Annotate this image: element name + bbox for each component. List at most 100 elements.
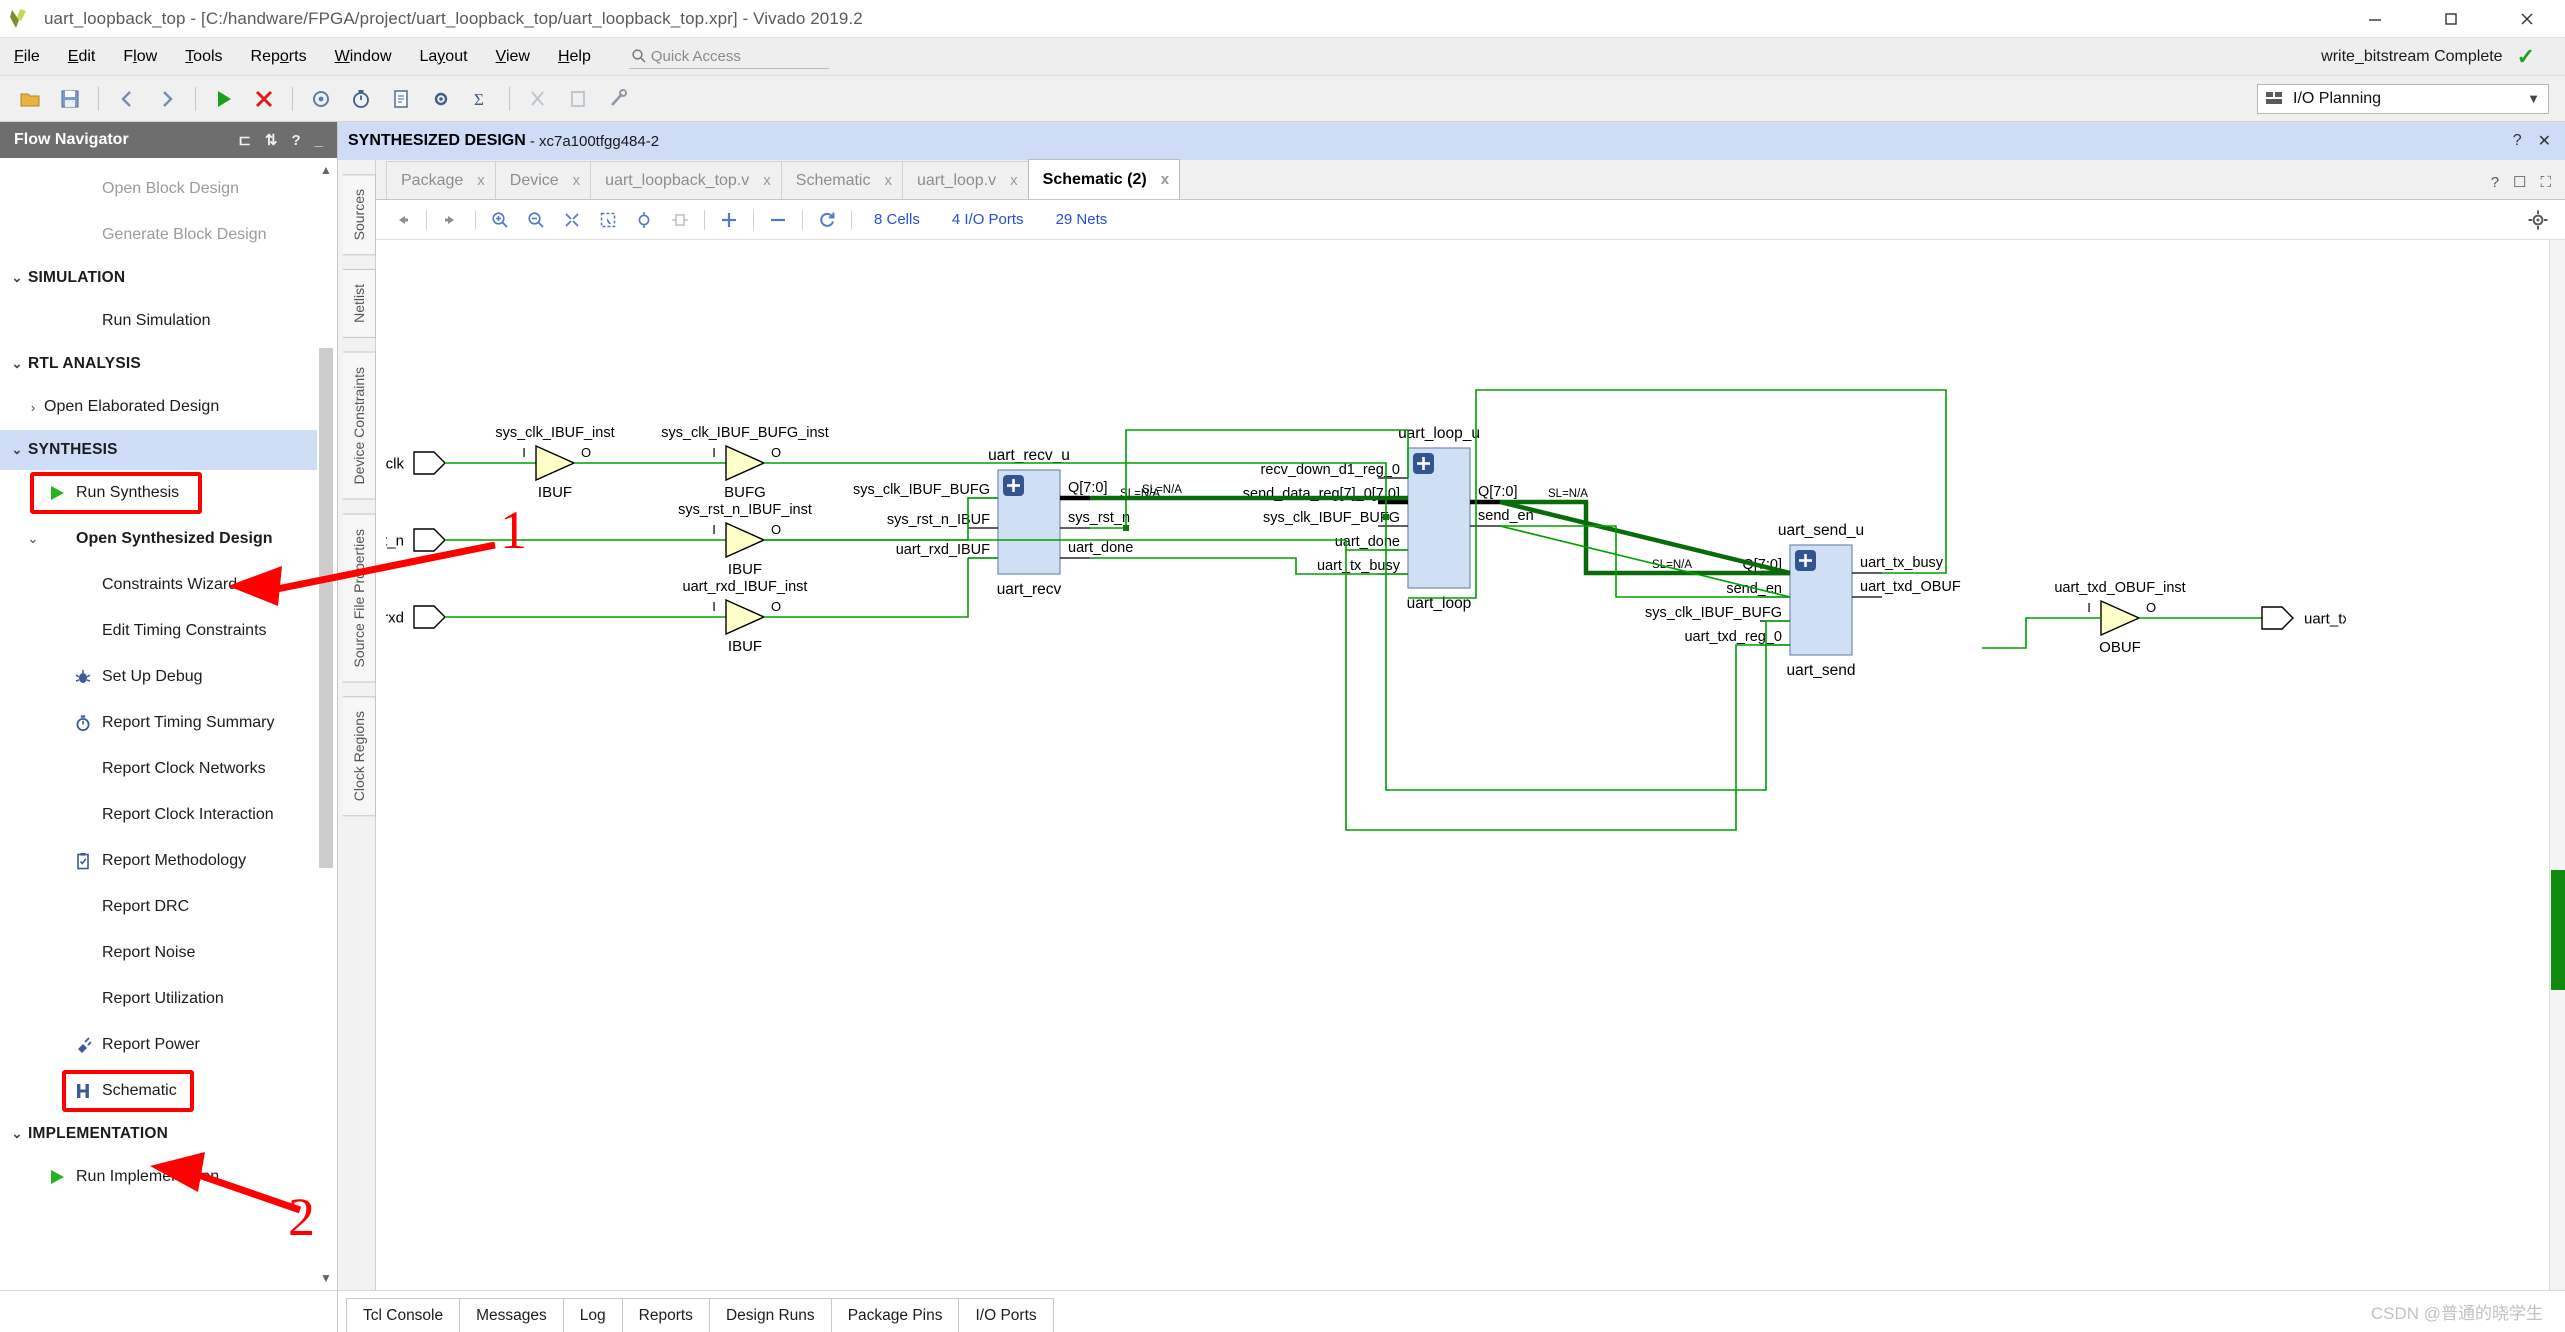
timer-icon[interactable] bbox=[344, 82, 378, 116]
menu-file[interactable]: File bbox=[0, 46, 54, 68]
zoom-fit-icon[interactable] bbox=[556, 204, 588, 236]
sidebar-item-open-block-design[interactable]: Open Block Design bbox=[0, 166, 317, 212]
tab-close-icon[interactable]: x bbox=[884, 172, 892, 189]
close-button[interactable] bbox=[2489, 0, 2565, 38]
chevron-down-icon[interactable]: ⌄ bbox=[6, 442, 28, 458]
sidebar-item-run-simulation[interactable]: Run Simulation bbox=[0, 298, 317, 344]
sidebar-item-synthesis[interactable]: ⌄SYNTHESIS bbox=[0, 430, 317, 470]
float-icon[interactable]: ☐ bbox=[2513, 173, 2526, 191]
forward-arrow-icon[interactable] bbox=[435, 204, 467, 236]
sidebar-item-report-methodology[interactable]: Report Methodology bbox=[0, 838, 317, 884]
sidebar-item-open-elaborated-design[interactable]: ›Open Elaborated Design bbox=[0, 384, 317, 430]
minimize-button[interactable] bbox=[2337, 0, 2413, 38]
tab-schematic-2[interactable]: Schematic (2)x bbox=[1028, 159, 1180, 199]
sidebar-item-simulation[interactable]: ⌄SIMULATION bbox=[0, 258, 317, 298]
plus-icon[interactable] bbox=[713, 204, 745, 236]
bottom-tab-log[interactable]: Log bbox=[563, 1298, 623, 1332]
back-arrow-icon[interactable] bbox=[386, 204, 418, 236]
tab-close-icon[interactable]: x bbox=[573, 172, 581, 189]
menu-flow[interactable]: Flow bbox=[109, 46, 171, 68]
input-port-shape[interactable] bbox=[414, 452, 445, 474]
maximize-icon[interactable]: ⛶ bbox=[2540, 174, 2551, 191]
menu-layout[interactable]: Layout bbox=[406, 46, 482, 68]
chevron-down-icon[interactable]: ⌄ bbox=[6, 270, 28, 286]
help-icon[interactable]: ? bbox=[291, 132, 300, 149]
expand-cell-icon[interactable] bbox=[664, 204, 696, 236]
schematic-canvas[interactable]: sys_clksys_rst_nuart_rxdsys_clk_IBUF_ins… bbox=[376, 240, 2565, 1290]
buffer-shape-IBUF[interactable] bbox=[726, 600, 764, 634]
close-icon[interactable]: ✕ bbox=[2538, 131, 2551, 151]
tab-close-icon[interactable]: x bbox=[477, 172, 485, 189]
buffer-shape-IBUF[interactable] bbox=[536, 446, 574, 480]
sidebar-item-edit-timing-constraints[interactable]: Edit Timing Constraints bbox=[0, 608, 317, 654]
sidebar-item-report-utilization[interactable]: Report Utilization bbox=[0, 976, 317, 1022]
input-port-shape[interactable] bbox=[414, 529, 445, 551]
sidebar-item-set-up-debug[interactable]: Set Up Debug bbox=[0, 654, 317, 700]
forward-icon[interactable] bbox=[150, 82, 184, 116]
help-icon[interactable]: ? bbox=[2491, 174, 2499, 191]
sidebar-item-report-drc[interactable]: Report DRC bbox=[0, 884, 317, 930]
buffer-shape-OBUF[interactable] bbox=[2101, 601, 2139, 635]
save-icon[interactable] bbox=[53, 82, 87, 116]
sidebar-item-implementation[interactable]: ⌄IMPLEMENTATION bbox=[0, 1114, 317, 1154]
canvas-scroll-thumb[interactable] bbox=[2551, 870, 2565, 990]
stop-icon[interactable] bbox=[247, 82, 281, 116]
scroll-down-icon[interactable]: ▼ bbox=[319, 1270, 333, 1286]
sidebar-item-generate-block-design[interactable]: Generate Block Design bbox=[0, 212, 317, 258]
bottom-tab-tcl-console[interactable]: Tcl Console bbox=[346, 1298, 460, 1332]
sidebar-item-run-implementation[interactable]: Run Implementation bbox=[0, 1154, 317, 1200]
sum-sigma-icon[interactable]: Σ bbox=[464, 82, 498, 116]
zoom-in-icon[interactable] bbox=[484, 204, 516, 236]
sidebar-item-open-synthesized-design[interactable]: ⌄Open Synthesized Design bbox=[0, 516, 317, 562]
gear-icon[interactable] bbox=[2523, 205, 2553, 235]
report-icon[interactable] bbox=[384, 82, 418, 116]
tab-package[interactable]: Packagex bbox=[386, 161, 496, 199]
layout-select[interactable]: I/O Planning ▼ bbox=[2257, 84, 2549, 114]
sidebar-item-schematic[interactable]: Schematic bbox=[0, 1068, 317, 1114]
minus-icon[interactable] bbox=[762, 204, 794, 236]
chevron-down-icon[interactable]: ⌄ bbox=[22, 531, 44, 547]
cells-count[interactable]: 8 Cells bbox=[874, 211, 920, 228]
tab-device[interactable]: Devicex bbox=[495, 161, 591, 199]
chevron-down-icon[interactable]: ⌄ bbox=[6, 356, 28, 372]
menu-tools[interactable]: Tools bbox=[171, 46, 236, 68]
minimize-panel-icon[interactable]: _ bbox=[315, 132, 323, 149]
settings-gear-icon[interactable] bbox=[424, 82, 458, 116]
hierarchy-icon[interactable] bbox=[304, 82, 338, 116]
sidebar-item-constraints-wizard[interactable]: Constraints Wizard bbox=[0, 562, 317, 608]
vertical-tab-netlist[interactable]: Netlist bbox=[343, 269, 376, 338]
sidebar-item-report-power[interactable]: Report Power bbox=[0, 1022, 317, 1068]
menu-edit[interactable]: Edit bbox=[54, 46, 110, 68]
crosshair-icon[interactable] bbox=[628, 204, 660, 236]
back-icon[interactable] bbox=[110, 82, 144, 116]
refresh-icon[interactable] bbox=[811, 204, 843, 236]
wrench-icon[interactable] bbox=[601, 82, 635, 116]
flow-navigator-scrollbar[interactable]: ▲ ▼ bbox=[319, 162, 333, 1286]
expand-collapse-icon[interactable]: ⇅ bbox=[265, 131, 278, 149]
tab-close-icon[interactable]: x bbox=[1161, 171, 1169, 188]
bottom-tab-package-pins[interactable]: Package Pins bbox=[831, 1298, 960, 1332]
chevron-right-icon[interactable]: › bbox=[22, 400, 44, 415]
tab-uart-loop-v[interactable]: uart_loop.vx bbox=[902, 161, 1029, 199]
input-port-shape[interactable] bbox=[414, 606, 445, 628]
paste-icon[interactable] bbox=[561, 82, 595, 116]
menu-help[interactable]: Help bbox=[544, 46, 605, 68]
vertical-tab-source-file-properties[interactable]: Source File Properties bbox=[343, 514, 376, 683]
vertical-tab-clock-regions[interactable]: Clock Regions bbox=[343, 696, 376, 816]
sidebar-item-report-clock-networks[interactable]: Report Clock Networks bbox=[0, 746, 317, 792]
open-project-icon[interactable] bbox=[13, 82, 47, 116]
zoom-out-icon[interactable] bbox=[520, 204, 552, 236]
tab-close-icon[interactable]: x bbox=[1010, 172, 1018, 189]
buffer-shape-BUFG[interactable] bbox=[726, 446, 764, 480]
menu-reports[interactable]: Reports bbox=[237, 46, 321, 68]
sidebar-item-rtl-analysis[interactable]: ⌄RTL ANALYSIS bbox=[0, 344, 317, 384]
quick-access-input[interactable]: Quick Access bbox=[629, 45, 829, 69]
zoom-area-icon[interactable] bbox=[592, 204, 624, 236]
collapse-all-icon[interactable]: ⊏ bbox=[238, 131, 251, 149]
output-port-shape[interactable] bbox=[2262, 607, 2293, 629]
sidebar-item-report-clock-interaction[interactable]: Report Clock Interaction bbox=[0, 792, 317, 838]
bottom-tab-design-runs[interactable]: Design Runs bbox=[709, 1298, 832, 1332]
bottom-tab-i-o-ports[interactable]: I/O Ports bbox=[958, 1298, 1053, 1332]
run-icon[interactable] bbox=[207, 82, 241, 116]
menu-view[interactable]: View bbox=[482, 46, 544, 68]
